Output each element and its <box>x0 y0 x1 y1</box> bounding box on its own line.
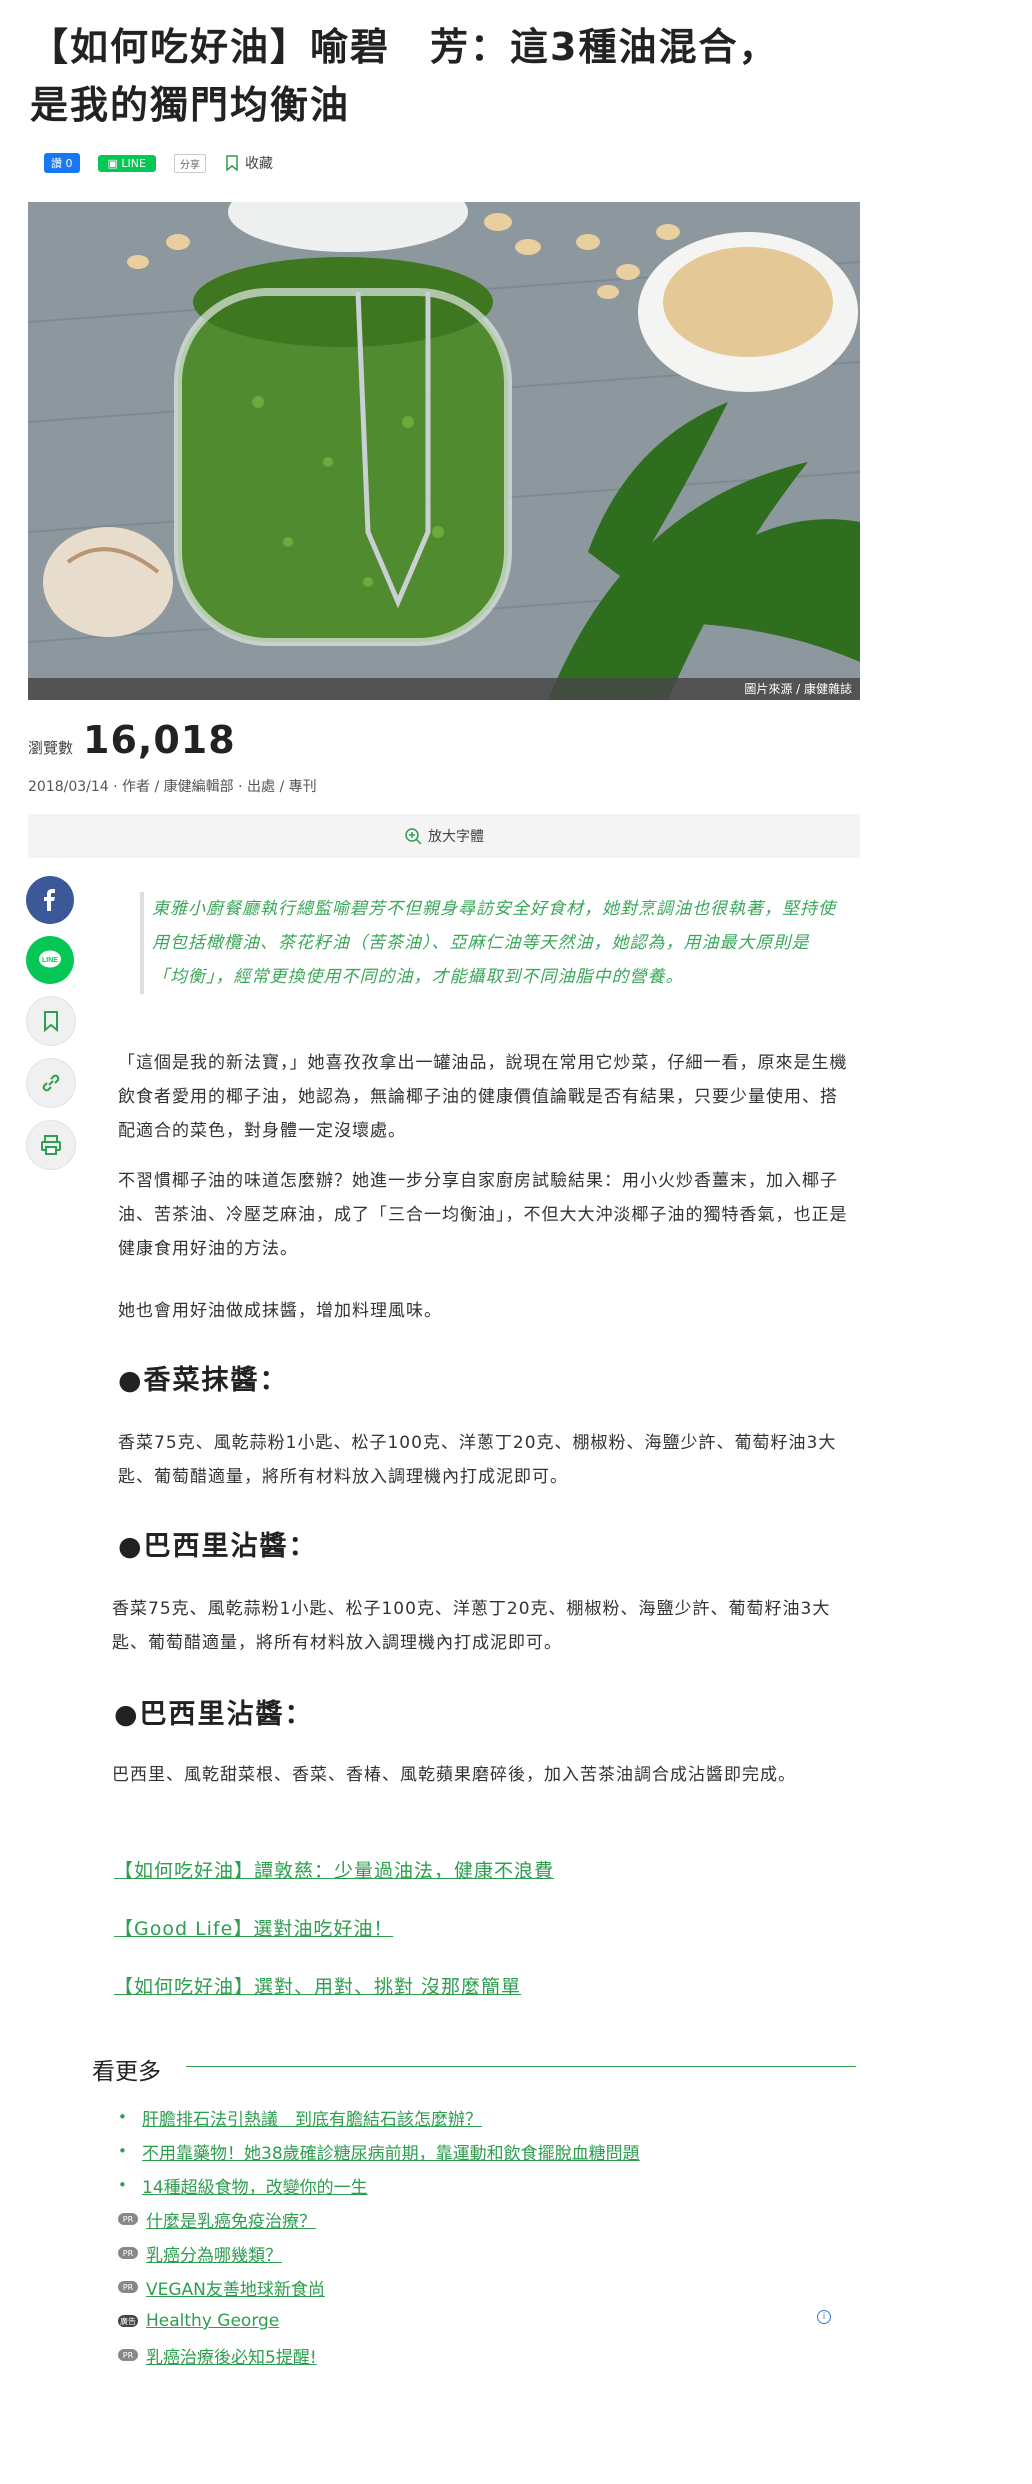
more-link-7[interactable]: Healthy George <box>146 2311 279 2331</box>
side-share-toolbar: LINE <box>26 876 78 1182</box>
list-item: • 不用靠藥物！她38歲確診糖尿病前期，靠運動和飲食擺脫血糖問題 <box>118 2134 858 2168</box>
article-lead-quote: 東雅小廚餐廳執行總監喻碧芳不但親身尋訪安全好食材，她對烹調油也很執著，堅持使用包… <box>140 892 842 994</box>
line-share-button[interactable]: ▣ LINE <box>97 154 156 172</box>
article-title-line2: 是我的獨門均衡油 <box>30 83 351 127</box>
pr-badge: PR <box>118 2349 138 2361</box>
list-item: • 肝膽排石法引熱議 到底有膽結石該怎麼辦？ <box>118 2100 858 2134</box>
paragraph-3: 她也會用好油做成抹醬，增加料理風味。 <box>118 1301 442 1321</box>
section-text-1: 香菜75克、風乾蒜粉1小匙、松子100克、洋蔥丁20克、棚椒粉、海鹽少許、葡萄籽… <box>118 1433 837 1487</box>
bullet: • <box>118 2142 127 2160</box>
collect-button[interactable]: 收藏 <box>224 153 273 173</box>
zoom-in-icon <box>405 828 422 845</box>
share-label: 分享 <box>179 159 200 171</box>
more-link-1[interactable]: 肝膽排石法引熱議 到底有膽結石該怎麼辦？ <box>142 2105 482 2130</box>
collect-label: 收藏 <box>244 156 273 172</box>
views-count: 16,018 <box>83 718 236 762</box>
article-title: 【如何吃好油】喻碧 芳：這3種油混合， 是我的獨門均衡油 <box>30 18 860 134</box>
ad-info-icon[interactable]: i <box>817 2310 831 2324</box>
list-item: PR VEGAN友善地球新食尚 <box>118 2270 858 2304</box>
share-bar: 讚 0 ▣ LINE 分享 收藏 <box>44 150 273 176</box>
svg-text:LINE: LINE <box>42 957 58 964</box>
paragraph-2: 不習慣椰子油的味道怎麼辦？她進一步分享自家廚房試驗結果：用小火炒香薑末，加入椰子… <box>118 1171 848 1259</box>
facebook-share-button[interactable] <box>26 876 74 924</box>
more-link-3[interactable]: 14種超級食物，改變你的一生 <box>142 2173 368 2198</box>
pesto-jar-illustration <box>28 202 860 700</box>
line-share-side-button[interactable]: LINE <box>26 936 74 984</box>
section-heading-3: ●巴西里沾醬： <box>114 1699 314 1730</box>
bookmark-icon <box>44 1011 58 1033</box>
pr-badge: PR <box>118 2281 138 2293</box>
print-button[interactable] <box>26 1120 76 1170</box>
line-icon: LINE <box>39 950 61 968</box>
enlarge-font-label: 放大字體 <box>428 829 484 845</box>
more-link-8[interactable]: 乳癌治療後必知5提醒! <box>146 2343 317 2368</box>
bookmark-icon <box>226 155 238 171</box>
list-item: 廣告 Healthy George <box>118 2304 858 2338</box>
facebook-like-button[interactable]: 讚 0 <box>44 153 80 173</box>
see-more-list: • 肝膽排石法引熱議 到底有膽結石該怎麼辦？ • 不用靠藥物！她38歲確診糖尿病前期… <box>118 2100 858 2372</box>
bookmark-side-button[interactable] <box>26 996 76 1046</box>
list-item: • 14種超級食物，改變你的一生 <box>118 2168 858 2202</box>
paragraph-1: 「這個是我的新法寶，」她喜孜孜拿出一罐油品，說現在常用它炒菜，仔細一看，原來是生… <box>118 1053 848 1141</box>
related-link-2[interactable]: 【Good Life】選對油吃好油！ <box>114 1914 393 1941</box>
views-label: 瀏覽數 <box>28 739 74 757</box>
image-caption: 圖片來源 / 康健雜誌 <box>744 682 852 696</box>
more-link-5[interactable]: 乳癌分為哪幾類？ <box>146 2241 282 2266</box>
bullet: • <box>118 2176 127 2194</box>
more-link-4[interactable]: 什麼是乳癌免疫治療？ <box>146 2207 316 2232</box>
related-link-1[interactable]: 【如何吃好油】譚敦慈：少量過油法，健康不浪費 <box>114 1856 554 1883</box>
enlarge-font-button[interactable]: 放大字體 <box>28 814 860 858</box>
copy-link-button[interactable] <box>26 1058 76 1108</box>
more-link-2[interactable]: 不用靠藥物！她38歲確診糖尿病前期，靠運動和飲食擺脫血糖問題 <box>142 2139 640 2164</box>
caption-bar <box>28 678 860 700</box>
more-link-6[interactable]: VEGAN友善地球新食尚 <box>146 2275 325 2300</box>
list-item: PR 乳癌治療後必知5提醒! <box>118 2338 858 2372</box>
article-meta: 2018/03/14 · 作者 / 康健編輯部 · 出處 / 專刊 <box>28 779 317 795</box>
section-heading-1: ●香菜抹醬： <box>118 1365 289 1396</box>
facebook-icon <box>44 889 55 911</box>
hero-image: 圖片來源 / 康健雜誌 <box>28 202 860 700</box>
article-title-line1: 【如何吃好油】喻碧 芳：這3種油混合， <box>30 25 779 69</box>
share-button[interactable]: 分享 <box>173 153 206 173</box>
section-text-2: 香菜75克、風乾蒜粉1小匙、松子100克、洋蔥丁20克、棚椒粉、海鹽少許、葡萄籽… <box>112 1599 831 1653</box>
section-heading-2: ●巴西里沾醬： <box>118 1531 318 1562</box>
ad-badge: 廣告 <box>118 2315 138 2327</box>
section-text-3: 巴西里、風乾甜菜根、香菜、香椿、風乾蘋果磨碎後，加入苦茶油調合成沾醬即完成。 <box>112 1765 796 1785</box>
print-icon <box>41 1135 61 1155</box>
link-icon <box>42 1074 60 1092</box>
pr-badge: PR <box>118 2247 138 2259</box>
list-item: PR 乳癌分為哪幾類？ <box>118 2236 858 2270</box>
bullet: • <box>118 2108 127 2126</box>
see-more-divider <box>186 2066 856 2067</box>
view-counter: 瀏覽數 16,018 <box>28 718 236 762</box>
related-link-3[interactable]: 【如何吃好油】選對、用對、挑對 沒那麼簡單 <box>114 1972 521 1999</box>
pr-badge: PR <box>118 2213 138 2225</box>
see-more-title: 看更多 <box>92 2059 161 2085</box>
list-item: PR 什麼是乳癌免疫治療？ <box>118 2202 858 2236</box>
